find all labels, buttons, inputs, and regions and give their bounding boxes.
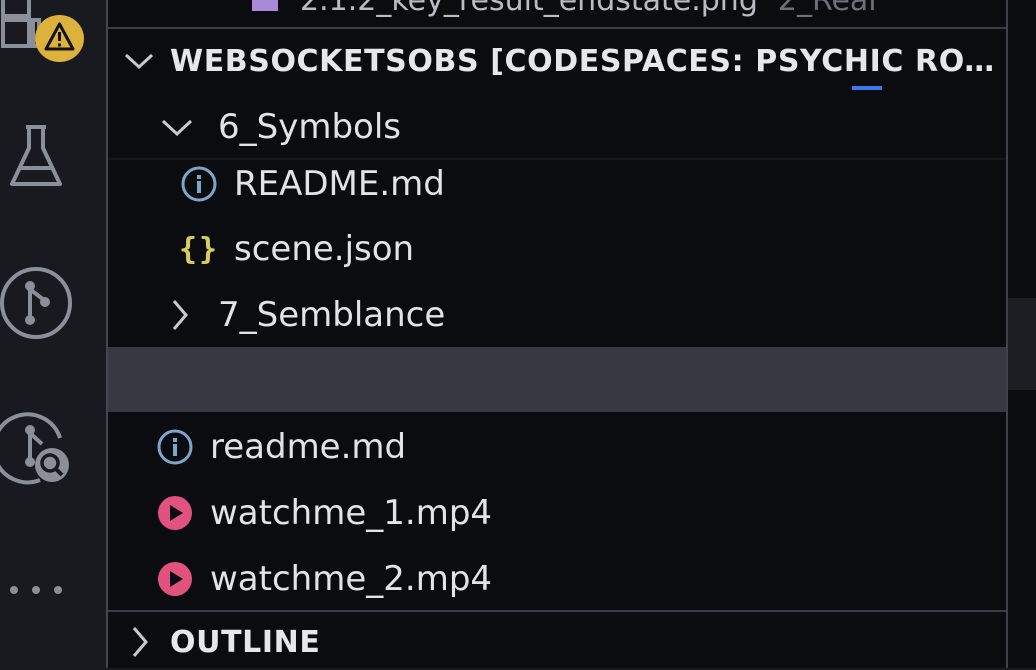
warning-badge [35,15,84,62]
workspace-section-header[interactable]: WEBSOCKETSOBS [CODESPACES: PSYCHIC RO... [108,30,1006,92]
tree-selected-row[interactable] [108,347,1006,412]
activity-bar [0,0,106,668]
tree-item-label: watchme_2.mp4 [210,559,493,599]
outline-section-header[interactable]: OUTLINE [108,614,1006,670]
info-icon [157,429,193,465]
tree-item-label: watchme_1.mp4 [210,493,493,533]
tree-folder-7-semblance[interactable]: 7_Semblance [108,282,1006,348]
json-braces-icon: {} [178,231,220,267]
tree-item-label: 7_Semblance [218,295,446,335]
outline-section-title: OUTLINE [170,624,321,660]
warning-icon [44,22,75,51]
editor-edge-block [1008,298,1036,390]
chevron-down-icon [124,53,154,70]
overflow-file-suffix: 2_Real [777,0,877,18]
image-file-icon [252,0,278,11]
tree-item-label: 6_Symbols [218,107,401,147]
tree-item-label: scene.json [234,229,415,269]
source-control-icon[interactable] [0,266,72,340]
tree-file-readme-lower[interactable]: readme.md [108,414,1006,480]
focus-indicator [852,86,882,90]
tree-item-label: readme.md [210,427,407,467]
overflow-file-label: 2.1.2_key_result_endstate.png [300,0,758,18]
flask-icon[interactable] [0,122,72,192]
chevron-right-icon [172,300,188,330]
tree-file-watchme-2[interactable]: watchme_2.mp4 [108,546,1006,612]
tree-file-scene-json[interactable]: {} scene.json [108,216,1006,282]
tree-item-label: README.md [234,164,445,204]
more-icon[interactable] [0,580,72,600]
tree-file-readme-md[interactable]: README.md [108,151,1006,217]
chevron-right-icon [132,627,148,657]
section-divider [108,610,1006,612]
play-icon [158,562,192,596]
info-icon [181,166,217,202]
overflow-file-row[interactable]: 2.1.2_key_result_endstate.png 2_Real [250,0,877,28]
tree-file-watchme-1[interactable]: watchme_1.mp4 [108,480,1006,546]
play-icon [158,496,192,530]
workspace-section-title: WEBSOCKETSOBS [CODESPACES: PSYCHIC RO... [170,43,1000,79]
section-divider [108,27,1006,29]
source-control-search-icon[interactable] [0,410,72,486]
chevron-down-icon [161,119,193,137]
